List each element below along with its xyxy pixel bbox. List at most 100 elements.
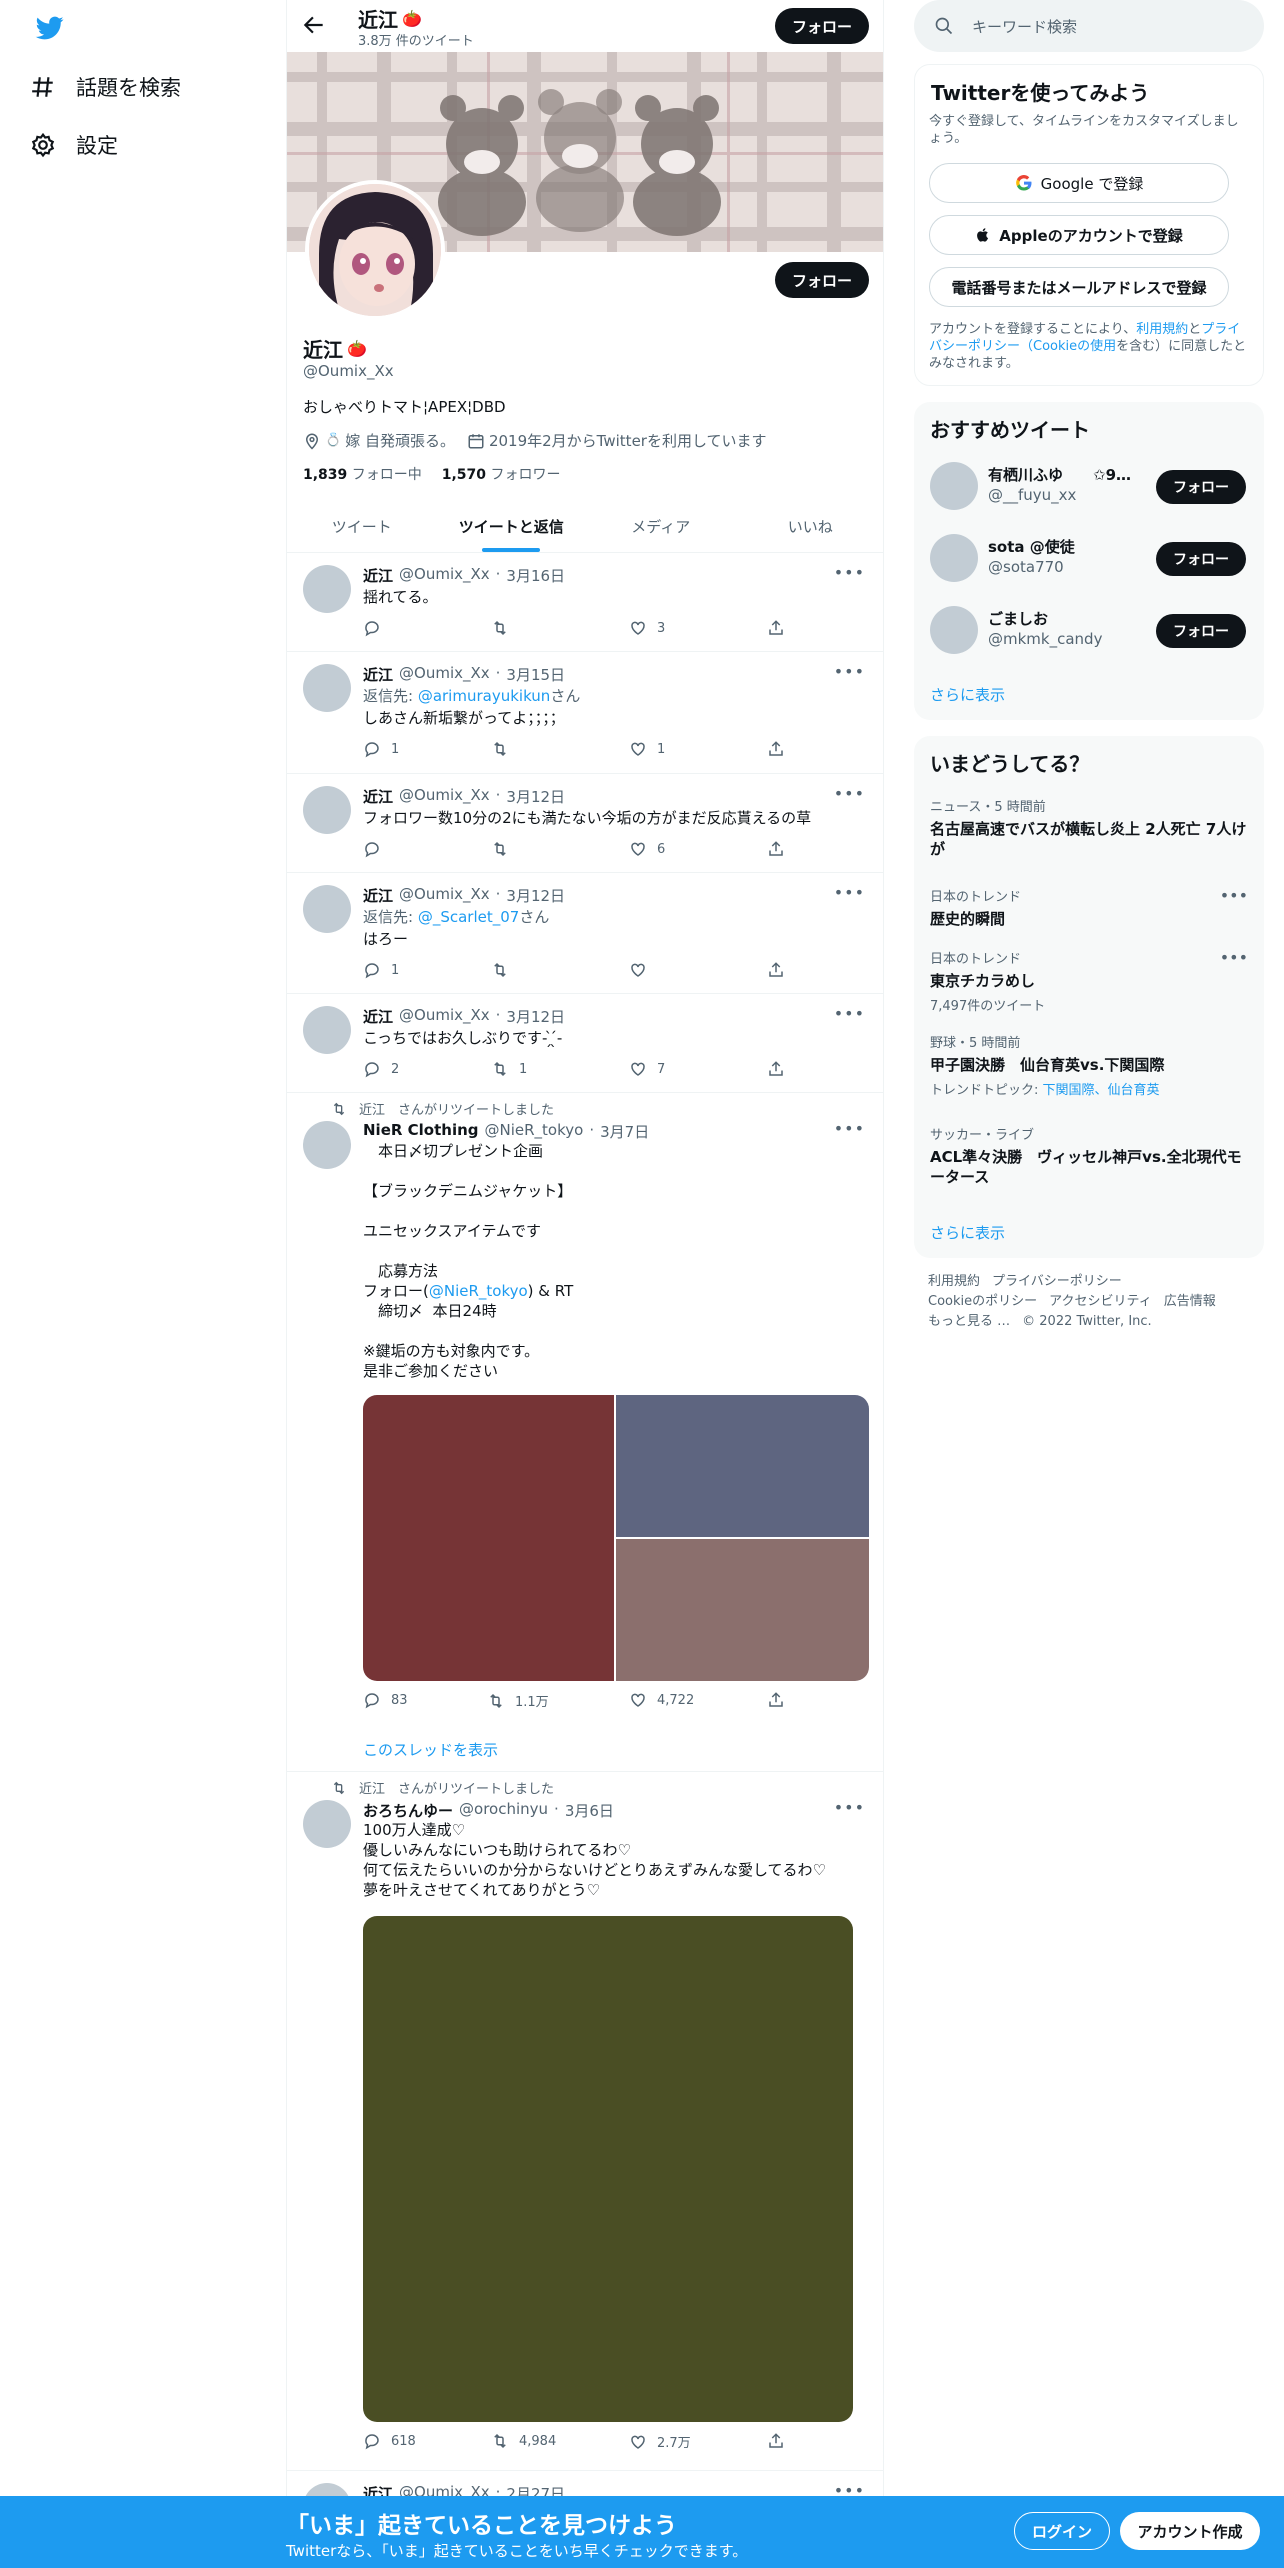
reply-action[interactable]: 618 (363, 2432, 416, 2450)
follow-button[interactable]: フォロー (1156, 614, 1246, 648)
reply-action[interactable] (363, 840, 391, 858)
tweet-author-name[interactable]: NieR Clothing (363, 1121, 479, 1142)
tweet-author-name[interactable]: 近江 (363, 1006, 393, 1027)
media-image[interactable] (616, 1395, 869, 1537)
more-icon[interactable]: ••• (834, 784, 865, 803)
trend-item[interactable]: 日本のトレンド 東京チカラめし 7,497件のツイート ••• (930, 948, 1248, 1014)
tab-tweets[interactable]: ツイート (287, 500, 437, 552)
share-action[interactable] (767, 619, 785, 637)
tweet-handle[interactable]: @Oumix_Xx (399, 786, 490, 807)
phone-email-signup-button[interactable]: 電話番号またはメールアドレスで登録 (929, 267, 1229, 307)
tweet-author-name[interactable]: 近江 (363, 565, 393, 586)
search-box[interactable]: キーワード検索 (914, 0, 1264, 52)
retweet-action[interactable] (491, 740, 519, 758)
retweet-action[interactable] (491, 619, 519, 637)
tweet-handle[interactable]: @Oumix_Xx (399, 885, 490, 906)
reply-to-link[interactable]: @arimurayukikun (418, 687, 550, 705)
tweet-avatar[interactable] (303, 1006, 351, 1054)
retweet-action[interactable] (491, 840, 519, 858)
twitter-logo-icon[interactable] (34, 14, 66, 42)
like-action[interactable]: 1 (629, 740, 665, 758)
more-icon[interactable]: ••• (834, 1119, 865, 1138)
trend-item[interactable]: サッカー・ライブ ACL準々決勝 ヴィッセル神戸vs.全北現代モータース (930, 1124, 1248, 1187)
tweet-author-name[interactable]: 近江 (363, 786, 393, 807)
follow-button[interactable]: フォロー (1156, 542, 1246, 576)
footer-link[interactable]: Cookieのポリシー (928, 1294, 1037, 1309)
user-avatar[interactable] (930, 534, 978, 582)
tweet-avatar[interactable] (303, 786, 351, 834)
retweet[interactable]: 近江 さんがリツイートしました NieR Clothing @NieR_tokyo… (287, 1093, 883, 1772)
recommended-show-more-link[interactable]: さらに表示 (930, 684, 1005, 705)
reply-action[interactable]: 2 (363, 1060, 399, 1078)
tweet-date[interactable]: 3月12日 (506, 786, 565, 807)
share-action[interactable] (767, 2432, 785, 2450)
tab-media[interactable]: メディア (586, 500, 736, 552)
share-action[interactable] (767, 1060, 785, 1078)
tweet-date[interactable]: 3月7日 (600, 1121, 649, 1142)
media-image[interactable] (363, 1916, 853, 2422)
trends-show-more-link[interactable]: さらに表示 (930, 1222, 1005, 1243)
reply-action[interactable]: 1 (363, 740, 399, 758)
like-action[interactable]: 2.7万 (629, 2432, 691, 2451)
mention-link[interactable]: @NieR_tokyo (429, 1282, 528, 1300)
retweet-action[interactable]: 1.1万 (487, 1691, 549, 1710)
more-icon[interactable]: ••• (1220, 948, 1248, 967)
more-icon[interactable]: ••• (834, 563, 865, 582)
recommended-user[interactable]: 有栖川ふゆ ✩9… @__fuyu_xx フォロー (930, 458, 1248, 514)
tweet-avatar[interactable] (303, 664, 351, 712)
tweet[interactable]: 近江 @Oumix_Xx · 3月15日 ••• 返信先: @arimurayukik… (287, 652, 883, 774)
trend-topics-links[interactable]: 下関国際、仙台育英 (1043, 1083, 1160, 1098)
trend-item[interactable]: 野球・5 時間前 甲子園決勝 仙台育英vs.下関国際 トレンドトピック: 下関国… (930, 1032, 1248, 1098)
retweeted-by[interactable]: 近江 さんがリツイートしました (359, 1099, 554, 1118)
user-name[interactable]: ごましお (988, 608, 1048, 629)
google-signup-button[interactable]: Google で登録 (929, 163, 1229, 203)
tweet-handle[interactable]: @Oumix_Xx (399, 565, 490, 586)
like-action[interactable]: 6 (629, 840, 665, 858)
back-arrow-icon[interactable] (301, 12, 327, 38)
retweet[interactable]: 近江 さんがリツイートしました おろちんゆー @orochinyu · 3月6日 ••… (287, 1772, 883, 2471)
recommended-user[interactable]: sota @使徒 @sota770 フォロー (930, 530, 1248, 586)
tweet-date[interactable]: 3月6日 (565, 1800, 614, 1821)
tweet-handle[interactable]: @NieR_tokyo (485, 1121, 584, 1142)
media-image[interactable] (363, 1395, 614, 1681)
retweeted-by[interactable]: 近江 さんがリツイートしました (359, 1778, 554, 1797)
reply-to-link[interactable]: @_Scarlet_07 (418, 908, 520, 926)
tweet-handle[interactable]: @orochinyu (459, 1800, 548, 1821)
tweet-date[interactable]: 3月12日 (506, 885, 565, 906)
user-avatar[interactable] (930, 462, 978, 510)
profile-avatar[interactable] (305, 180, 445, 320)
trend-item[interactable]: ニュース・5 時間前 名古屋高速でバスが横転し炎上 2人死亡 7人けが (930, 796, 1248, 859)
login-button[interactable]: ログイン (1014, 2512, 1110, 2550)
user-handle[interactable]: @mkmk_candy (988, 630, 1102, 648)
tweet-avatar[interactable] (303, 885, 351, 933)
nav-settings[interactable]: 設定 (30, 130, 118, 160)
tweet-avatar[interactable] (303, 565, 351, 613)
tweet-handle[interactable]: @Oumix_Xx (399, 664, 490, 685)
footer-more-link[interactable]: もっと見る … (928, 1314, 1010, 1329)
retweet-action[interactable]: 1 (491, 1060, 527, 1078)
nav-explore[interactable]: 話題を検索 (30, 72, 181, 102)
user-name[interactable]: 有栖川ふゆ ✩9… (988, 464, 1131, 485)
more-icon[interactable]: ••• (834, 1004, 865, 1023)
like-action[interactable]: 4,722 (629, 1691, 694, 1709)
more-icon[interactable]: ••• (834, 883, 865, 902)
trend-item[interactable]: 日本のトレンド 歴史的瞬間 ••• (930, 886, 1248, 929)
reply-action[interactable]: 1 (363, 961, 399, 979)
tweet-media-grid[interactable] (363, 1395, 869, 1681)
tweet[interactable]: 近江 @Oumix_Xx · 3月16日 ••• 揺れてる。 3 (287, 553, 883, 652)
footer-link[interactable]: アクセシビリティ (1049, 1294, 1152, 1309)
tweet[interactable]: 近江 @Oumix_Xx · 3月12日 ••• こっちではお久しぶりです- ̗̀ ̖… (287, 994, 883, 1093)
like-action[interactable]: 7 (629, 1060, 665, 1078)
tweet-avatar[interactable] (303, 1800, 351, 1848)
following-link[interactable]: 1,839 フォロー中 (303, 464, 422, 484)
create-account-button[interactable]: アカウント作成 (1120, 2512, 1260, 2550)
terms-link[interactable]: 利用規約 (1136, 322, 1188, 337)
search-input[interactable]: キーワード検索 (972, 16, 1077, 37)
tweet-author-name[interactable]: 近江 (363, 885, 393, 906)
header-follow-button[interactable]: フォロー (775, 8, 869, 44)
share-action[interactable] (767, 840, 785, 858)
reply-action[interactable] (363, 619, 391, 637)
profile-follow-button[interactable]: フォロー (775, 262, 869, 298)
tweet-date[interactable]: 3月16日 (506, 565, 565, 586)
user-avatar[interactable] (930, 606, 978, 654)
